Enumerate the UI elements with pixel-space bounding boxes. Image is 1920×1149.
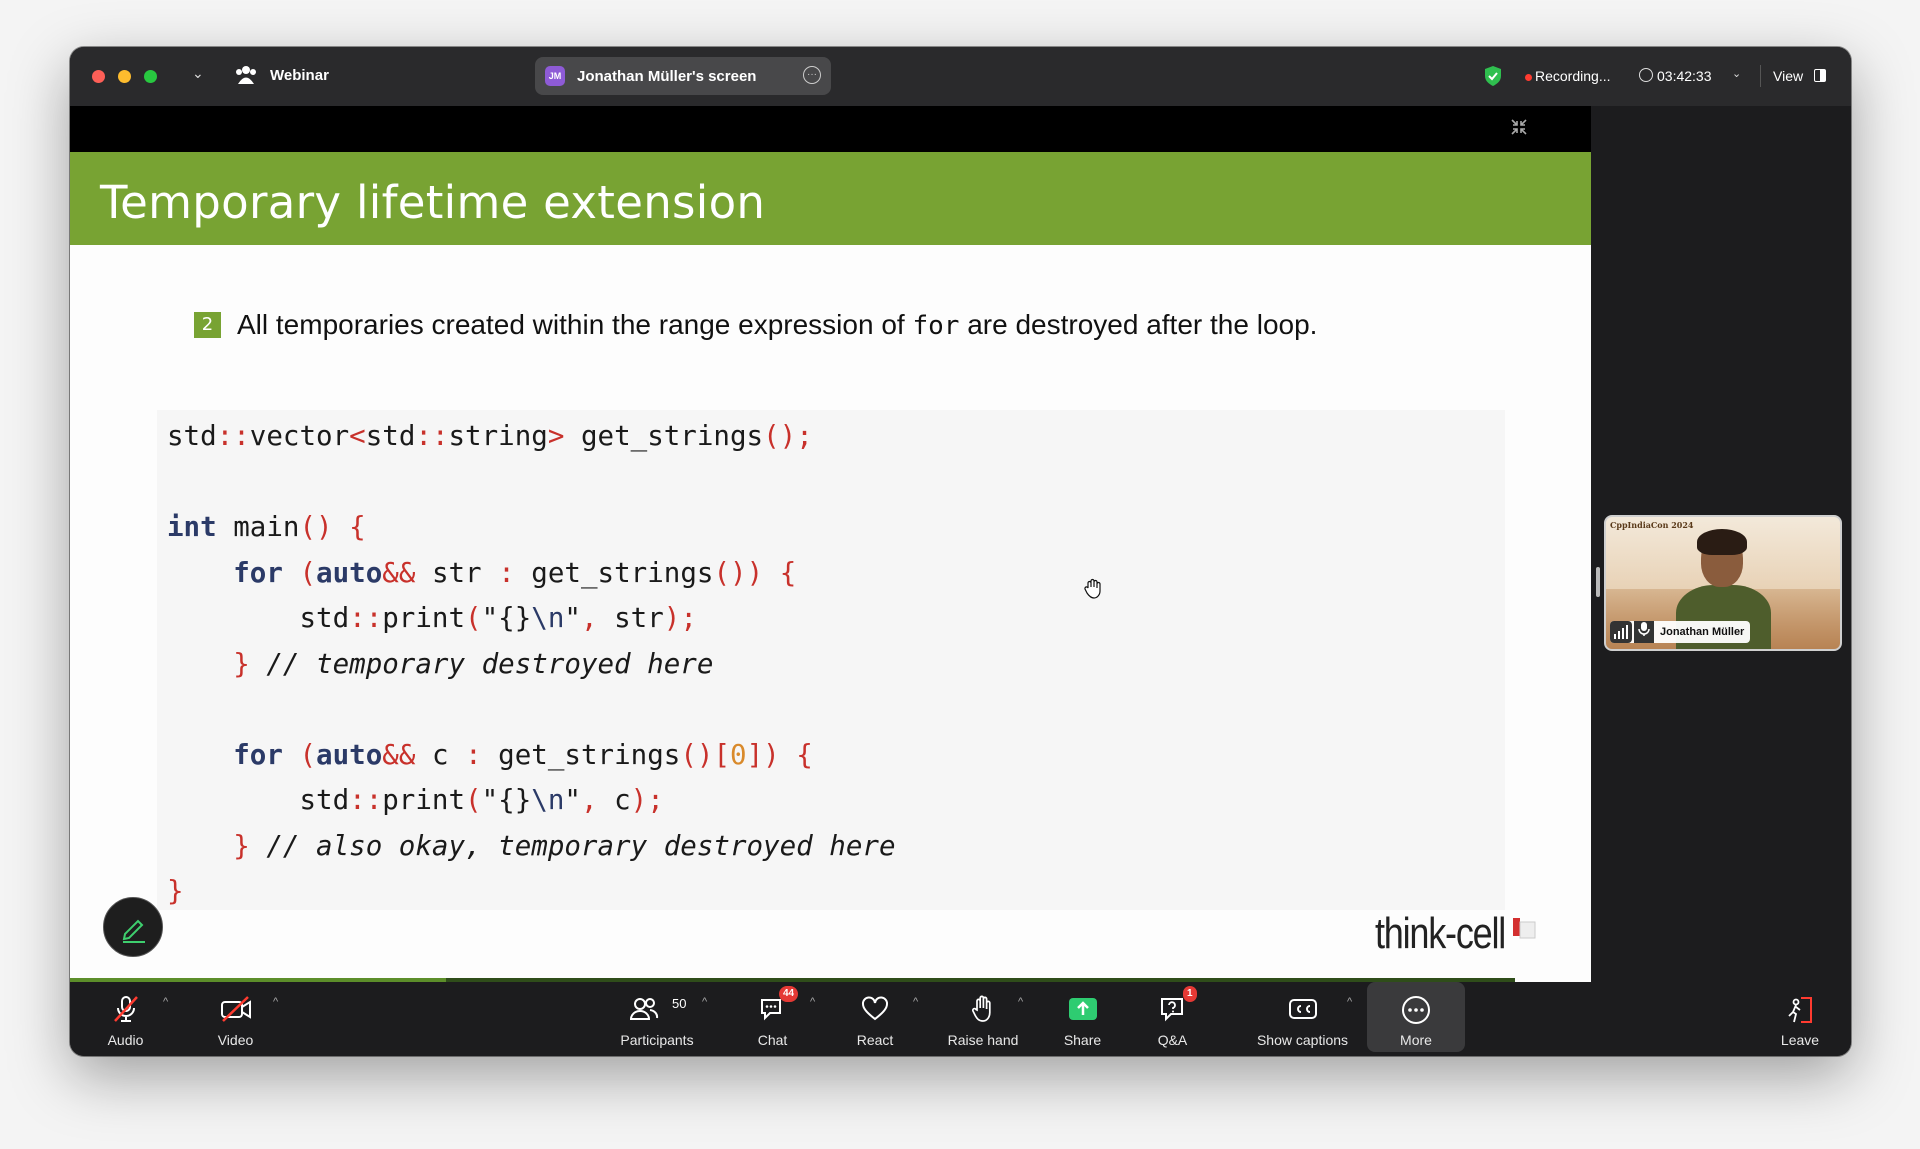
encryption-shield-icon[interactable]: [1483, 65, 1503, 87]
code-line: for (auto&& c : get_strings()[0]) {: [233, 738, 813, 771]
more-label: More: [1400, 1032, 1432, 1048]
bullet-number: 2: [194, 312, 221, 338]
more-icon: [1402, 996, 1430, 1024]
participant-video-thumbnail[interactable]: CppIndiaCon 2024 Jonathan Müller: [1604, 515, 1842, 651]
captions-options-chevron-icon[interactable]: ^: [1347, 996, 1352, 1008]
divider: [1760, 65, 1761, 87]
webinar-icon: [236, 66, 256, 84]
captions-button[interactable]: Show captions: [1250, 982, 1355, 1056]
recording-status[interactable]: Recording...: [1535, 68, 1610, 84]
recording-dot-icon: [1525, 74, 1532, 81]
leave-label: Leave: [1780, 1032, 1820, 1048]
leave-door-icon: [1788, 997, 1812, 1023]
share-screen-icon: [1068, 998, 1097, 1020]
chat-button[interactable]: 44 Chat: [740, 982, 805, 1056]
bullet-text-before: All temporaries created within the range…: [237, 309, 913, 340]
code-line: for (auto&& str : get_strings()) {: [233, 556, 797, 589]
code-line: int main() {: [167, 511, 366, 543]
qa-button[interactable]: 1 Q&A: [1140, 982, 1205, 1056]
conference-banner-text: CppIndiaCon 2024: [1610, 520, 1694, 530]
participants-count: 50: [672, 996, 687, 1011]
participant-hair: [1697, 529, 1747, 555]
slide-header: Temporary lifetime extension: [70, 152, 1591, 245]
code-line: std::print("{}\n", c);: [167, 784, 664, 816]
more-button[interactable]: More: [1367, 982, 1465, 1056]
code-line: std::vector<std::string> get_strings();: [167, 420, 813, 452]
participants-icon: [629, 998, 658, 1020]
audio-label: Audio: [107, 1032, 144, 1048]
code-line: } // temporary destroyed here: [233, 647, 714, 680]
chat-label: Chat: [757, 1032, 788, 1048]
participants-button[interactable]: 50 Participants: [602, 982, 712, 1056]
view-layout-icon[interactable]: [1814, 69, 1826, 82]
meeting-type-label: Webinar: [270, 67, 329, 84]
react-button[interactable]: React: [840, 982, 910, 1056]
react-options-chevron-icon[interactable]: ^: [913, 996, 918, 1008]
qa-label: Q&A: [1157, 1032, 1188, 1048]
captions-label: Show captions: [1256, 1032, 1349, 1048]
signal-strength-icon: [1610, 621, 1632, 643]
bullet-text: All temporaries created within the range…: [237, 309, 1317, 341]
raise-hand-options-chevron-icon[interactable]: ^: [1018, 996, 1023, 1008]
share-button[interactable]: Share: [1050, 982, 1115, 1056]
presentation-slide: Temporary lifetime extension 2 All tempo…: [70, 152, 1591, 982]
shared-screen-area: Temporary lifetime extension 2 All tempo…: [70, 106, 1591, 982]
slide-title: Temporary lifetime extension: [100, 176, 766, 229]
chat-unread-badge: 44: [779, 986, 799, 1002]
bullet-text-after: are destroyed after the loop.: [959, 309, 1318, 340]
participant-name: Jonathan Müller: [1660, 626, 1745, 638]
title-bar: ⌄ Webinar JM Jonathan Müller's screen ··…: [70, 47, 1851, 106]
presenter-avatar: JM: [545, 66, 565, 86]
panel-resize-handle[interactable]: [1596, 567, 1600, 597]
clock-icon: [1639, 68, 1653, 82]
react-label: React: [856, 1032, 894, 1048]
brand-logo-text: think-cell: [1375, 909, 1506, 958]
closed-captions-icon: [1288, 999, 1317, 1019]
muted-mic-icon: [113, 996, 138, 1022]
minimize-window-button[interactable]: [118, 70, 131, 83]
code-line: std::print("{}\n", str);: [167, 602, 697, 634]
brand-logo-icon: [1513, 918, 1536, 939]
chat-options-chevron-icon[interactable]: ^: [810, 996, 815, 1008]
participants-label: Participants: [620, 1032, 694, 1048]
screen-share-indicator[interactable]: JM Jonathan Müller's screen ···: [535, 57, 831, 95]
code-block: std::vector<std::string> get_strings(); …: [157, 410, 1505, 910]
muted-mic-icon: [1634, 621, 1654, 643]
heart-icon: [862, 996, 888, 1021]
meeting-timer: 03:42:33: [1657, 68, 1712, 84]
code-line: } // also okay, temporary destroyed here: [233, 829, 896, 862]
share-label: Share: [1063, 1032, 1102, 1048]
code-listing: std::vector<std::string> get_strings(); …: [157, 410, 896, 915]
participants-options-chevron-icon[interactable]: ^: [702, 996, 707, 1008]
video-options-chevron-icon[interactable]: ^: [273, 996, 278, 1008]
maximize-window-button[interactable]: [144, 70, 157, 83]
more-options-icon[interactable]: ···: [803, 66, 821, 84]
screen-share-label: Jonathan Müller's screen: [577, 68, 757, 85]
participant-name-tag: Jonathan Müller: [1610, 621, 1751, 643]
video-button[interactable]: Video: [198, 982, 273, 1056]
chevron-down-icon[interactable]: ⌄: [192, 65, 204, 82]
raise-hand-label: Raise hand: [947, 1032, 1019, 1048]
video-off-icon: [220, 996, 251, 1022]
raise-hand-button[interactable]: Raise hand: [938, 982, 1028, 1056]
view-button[interactable]: View: [1773, 68, 1803, 84]
video-label: Video: [217, 1032, 254, 1048]
qa-unread-badge: 1: [1183, 986, 1197, 1002]
audio-button[interactable]: Audio: [88, 982, 163, 1056]
zoom-window: ⌄ Webinar JM Jonathan Müller's screen ··…: [70, 47, 1851, 1056]
close-window-button[interactable]: [92, 70, 105, 83]
annotate-button[interactable]: [103, 897, 163, 957]
grab-cursor-icon: [1084, 578, 1101, 599]
code-line: }: [167, 875, 184, 907]
raise-hand-icon: [972, 995, 991, 1022]
leave-button[interactable]: Leave: [1770, 982, 1830, 1056]
bullet-code: for: [912, 311, 960, 341]
chevron-down-icon[interactable]: ⌄: [1732, 67, 1741, 80]
meeting-toolbar: Audio ^ Video ^ 50 Participants ^ 44 Cha…: [70, 982, 1851, 1056]
pencil-icon: [122, 919, 145, 943]
collapse-icon[interactable]: [1510, 118, 1528, 136]
audio-options-chevron-icon[interactable]: ^: [163, 996, 168, 1008]
